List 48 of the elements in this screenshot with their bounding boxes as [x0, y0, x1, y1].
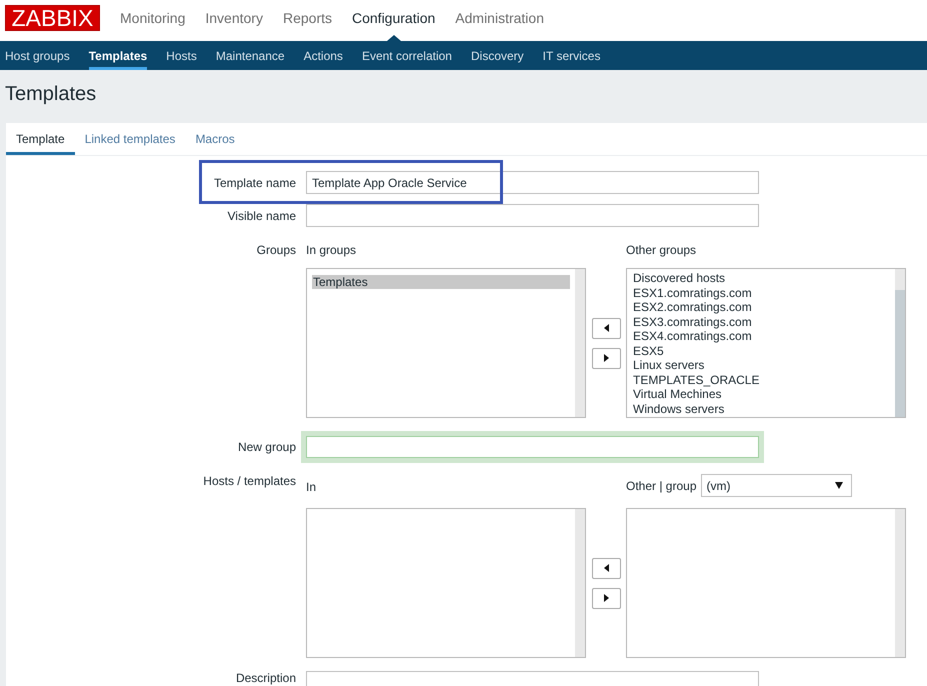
scrollbar-track[interactable]	[575, 269, 585, 417]
menu-item[interactable]: Inventory	[205, 0, 263, 41]
field-label: Hosts / templates	[202, 474, 296, 490]
move-right-button[interactable]	[592, 588, 621, 608]
submenu-item[interactable]: Actions	[304, 41, 343, 70]
tab[interactable]: Macros	[185, 123, 245, 155]
tab[interactable]: Linked templates	[74, 123, 186, 155]
page-title: Templates	[5, 82, 96, 106]
left-triangle-icon	[604, 564, 609, 572]
visible-name-input[interactable]	[306, 204, 759, 227]
other-groups-listbox[interactable]: Discovered hosts ESX1.comratings.com ESX2.comratings.com ESX3.comratings.com ESX4.comratings.com ESX5 Linux servers TEMPLATES_ORACLE Virtual Mechines Windows servers	[626, 268, 906, 418]
menu-item[interactable]: Configuration	[352, 0, 436, 41]
list-option[interactable]: Templates	[312, 275, 570, 289]
tab[interactable]: Template	[6, 123, 75, 155]
field-label: Visible name	[226, 208, 296, 224]
list-heading: In	[306, 480, 316, 494]
menu-item[interactable]: Monitoring	[120, 0, 186, 41]
submenu-item[interactable]: Host groups	[5, 41, 70, 70]
move-left-button[interactable]	[592, 318, 621, 338]
list-heading: Other | group	[626, 478, 696, 494]
right-triangle-icon	[604, 354, 609, 362]
scrollbar-track[interactable]	[895, 509, 905, 657]
submenu-item[interactable]: IT services	[542, 41, 600, 70]
field-label: New group	[236, 439, 296, 456]
in-hosts-listbox[interactable]	[306, 508, 586, 658]
scrollbar-track[interactable]	[575, 509, 585, 657]
field-label: Description	[234, 671, 296, 686]
submenu-item[interactable]: Templates	[88, 41, 148, 70]
template-name-input[interactable]: Template App Oracle Service	[306, 171, 759, 194]
group-select[interactable]: (vm)	[700, 474, 852, 497]
in-groups-listbox[interactable]: Templates	[306, 268, 586, 418]
left-triangle-icon	[604, 324, 609, 332]
submenu-item[interactable]: Discovery	[470, 41, 524, 70]
other-hosts-listbox[interactable]	[626, 508, 906, 658]
move-right-button[interactable]	[592, 348, 621, 368]
logo[interactable]: ZABBIX	[5, 5, 100, 31]
submenu-item[interactable]: Event correlation	[362, 41, 452, 70]
menu-item[interactable]: Administration	[455, 0, 544, 41]
field-label: Groups	[256, 243, 296, 259]
field-label: Template name	[212, 174, 296, 192]
list-heading: In groups	[306, 243, 356, 257]
list-heading: Other groups	[626, 243, 696, 257]
menu-item[interactable]: Reports	[282, 0, 332, 41]
move-left-button[interactable]	[592, 558, 621, 578]
caret-icon	[834, 482, 842, 489]
submenu-item[interactable]: Maintenance	[216, 41, 285, 70]
submenu-item[interactable]: Hosts	[166, 41, 197, 70]
right-triangle-icon	[604, 594, 609, 602]
